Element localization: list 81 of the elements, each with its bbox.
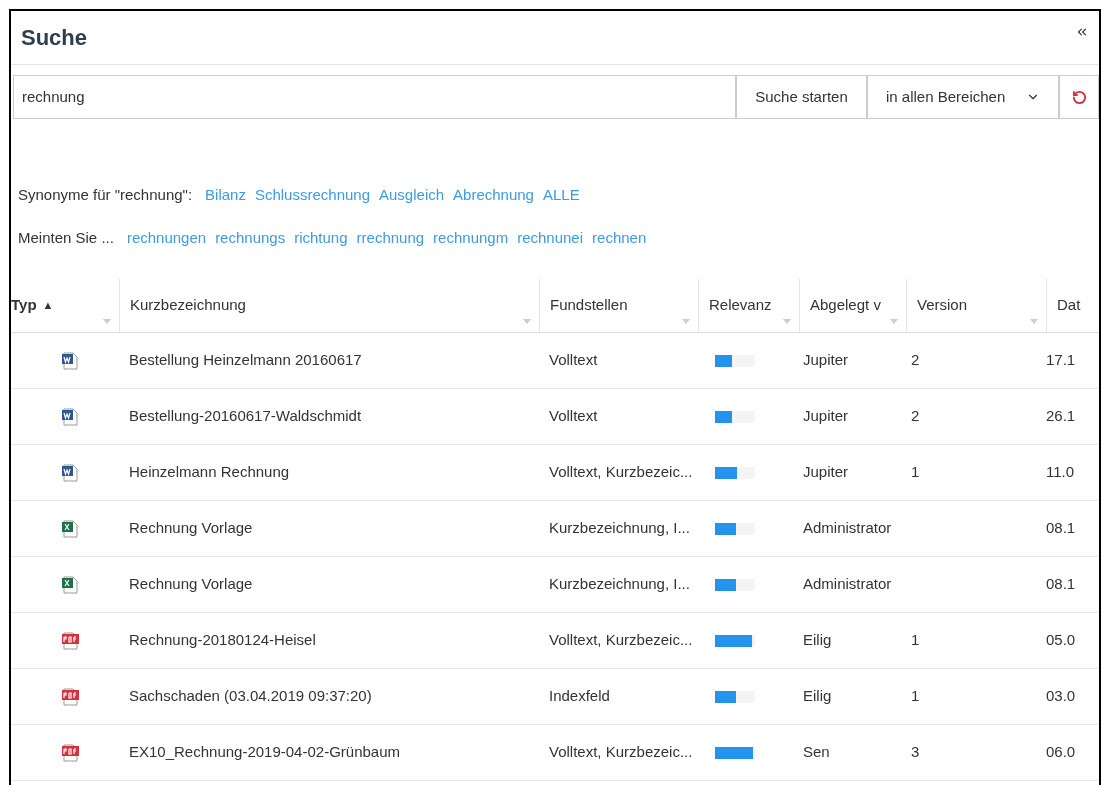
- synonym-link[interactable]: Abrechnung: [453, 184, 534, 207]
- date: 06.0: [1046, 743, 1076, 761]
- version: 3: [911, 743, 920, 761]
- column-header[interactable]: Typ: [11, 294, 37, 317]
- filed-by: Jupiter: [803, 407, 849, 425]
- filed-by: Jupiter: [803, 463, 849, 481]
- document-name: Sachschaden (03.04.2019 09:37:20): [129, 687, 372, 705]
- scope-dropdown[interactable]: in allen Bereichen: [867, 75, 1059, 119]
- filter-caret-icon[interactable]: [103, 319, 111, 324]
- document-name: Rechnung Vorlage: [129, 519, 253, 537]
- reset-icon: [1071, 89, 1087, 105]
- found-in: Volltext: [549, 407, 598, 425]
- document-name: Bestellung-20160617-Waldschmidt: [129, 407, 362, 425]
- found-in: Indexfeld: [549, 687, 610, 705]
- search-button[interactable]: Suche starten: [736, 75, 867, 119]
- filter-caret-icon[interactable]: [783, 319, 791, 324]
- filter-caret-icon[interactable]: [1030, 319, 1038, 324]
- pdf-document-icon: [60, 742, 80, 763]
- document-name: Rechnung Vorlage: [129, 575, 253, 593]
- suggestion-link[interactable]: rechnunei: [517, 226, 584, 249]
- date: 26.1: [1046, 407, 1076, 425]
- filed-by: Jupiter: [803, 351, 849, 369]
- found-in: Volltext: [549, 351, 598, 369]
- excel-document-icon: [60, 574, 80, 595]
- version: 1: [911, 631, 920, 649]
- suggestion-link[interactable]: rechnungen: [126, 226, 207, 249]
- version: 1: [911, 687, 920, 705]
- word-document-icon: [60, 462, 80, 483]
- pdf-document-icon: [60, 686, 80, 707]
- date: 05.0: [1046, 631, 1076, 649]
- version: 2: [911, 351, 920, 369]
- synonym-link[interactable]: Ausgleich: [379, 184, 445, 207]
- version: 2: [911, 407, 920, 425]
- date: 08.1: [1046, 519, 1076, 537]
- found-in: Volltext, Kurzbezeic...: [549, 463, 693, 481]
- filed-by: Sen: [803, 743, 830, 761]
- word-document-icon: [60, 350, 80, 371]
- date: 03.0: [1046, 687, 1076, 705]
- suggestions-label: Meinten Sie ...: [18, 227, 114, 248]
- suggestion-link[interactable]: rechnen: [592, 226, 647, 249]
- found-in: Kurzbezeichnung, I...: [549, 575, 690, 593]
- suggestion-link[interactable]: rechnungs: [215, 226, 286, 249]
- found-in: Volltext, Kurzbezeic...: [549, 631, 693, 649]
- panel-title: Suche: [21, 24, 88, 52]
- filed-by: Administrator: [803, 519, 892, 537]
- synonym-link[interactable]: ALLE: [542, 184, 580, 207]
- synonyms-label: Synonyme für "rechnung":: [18, 185, 193, 205]
- filter-caret-icon[interactable]: [523, 319, 531, 324]
- column-header[interactable]: Fundstellen: [550, 294, 628, 317]
- filed-by: Eilig: [803, 687, 832, 705]
- date: 17.1: [1046, 351, 1076, 369]
- filed-by: Eilig: [803, 631, 832, 649]
- document-name: Heinzelmann Rechnung: [129, 463, 290, 481]
- excel-document-icon: [60, 518, 80, 539]
- column-header[interactable]: Relevanz: [709, 294, 772, 317]
- filed-by: Administrator: [803, 575, 892, 593]
- column-header[interactable]: Dat: [1057, 294, 1081, 317]
- document-name: EX10_Rechnung-2019-04-02-Grünbaum: [129, 743, 400, 761]
- found-in: Kurzbezeichnung, I...: [549, 519, 690, 537]
- filter-caret-icon[interactable]: [890, 319, 898, 324]
- search-field[interactable]: rechnung: [13, 75, 736, 119]
- document-name: Bestellung Heinzelmann 20160617: [129, 351, 362, 369]
- synonym-link[interactable]: Schlussrechnung: [254, 184, 370, 207]
- collapse-icon[interactable]: [1075, 25, 1089, 39]
- column-header[interactable]: Abgelegt v: [810, 294, 881, 317]
- suggestion-link[interactable]: rrechnung: [356, 226, 425, 249]
- sort-indicator: ▲: [42, 298, 54, 314]
- column-header[interactable]: Version: [917, 294, 968, 317]
- date: 08.1: [1046, 575, 1076, 593]
- column-header[interactable]: Kurzbezeichnung: [130, 294, 246, 317]
- found-in: Volltext, Kurzbezeic...: [549, 743, 693, 761]
- pdf-document-icon: [60, 630, 80, 651]
- reset-button[interactable]: [1059, 75, 1099, 119]
- word-document-icon: [60, 406, 80, 427]
- filter-caret-icon[interactable]: [682, 319, 690, 324]
- suggestion-link[interactable]: rechnungm: [433, 226, 509, 249]
- version: 1: [911, 463, 920, 481]
- document-name: Rechnung-20180124-Heisel: [129, 631, 316, 649]
- date: 11.0: [1046, 463, 1075, 481]
- suggestion-link[interactable]: richtung: [294, 226, 348, 249]
- synonym-link[interactable]: Bilanz: [205, 184, 246, 207]
